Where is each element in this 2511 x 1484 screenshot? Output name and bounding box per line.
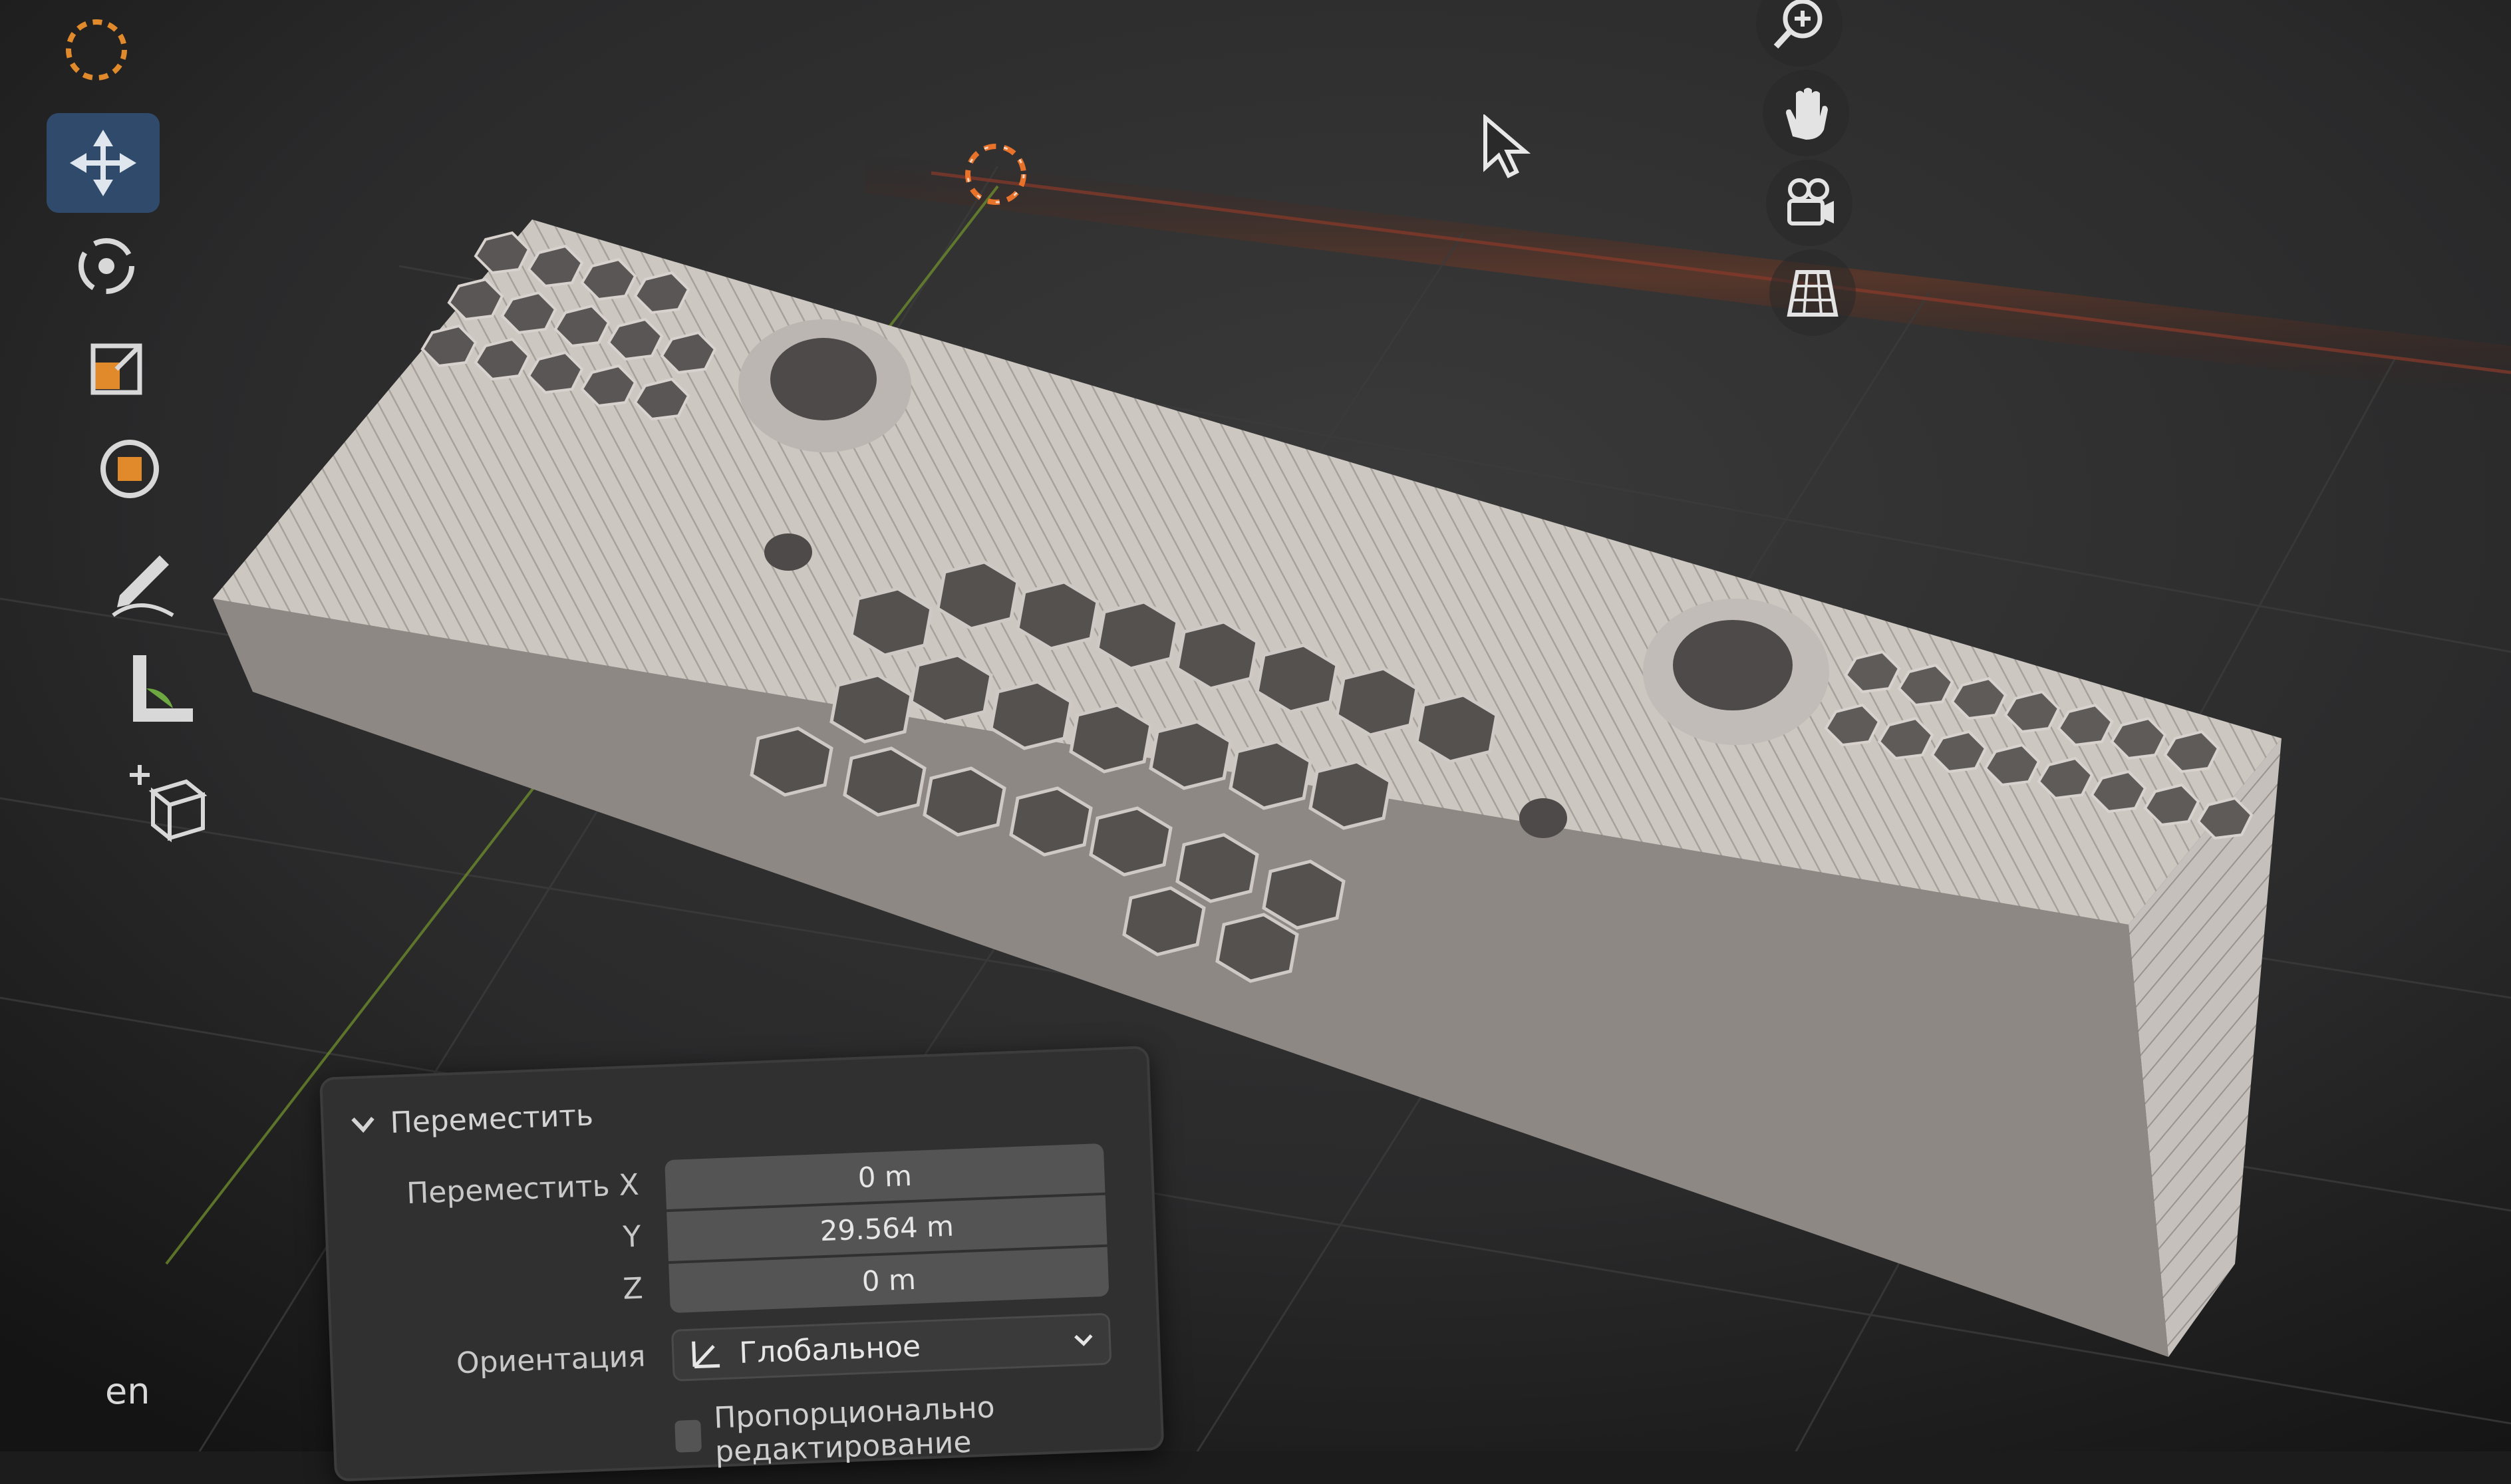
language-indicator[interactable]: en [105,1370,150,1412]
operator-panel-header[interactable]: Переместить [347,1088,594,1151]
rotate-icon [78,238,134,294]
orientation-select[interactable]: Глобальное [670,1312,1112,1382]
rotate-tool[interactable] [50,216,163,316]
orientation-label: Ориентация [456,1339,647,1381]
move-y-label: Y [622,1219,642,1255]
zoom-icon [1773,0,1823,49]
perspective-gizmo[interactable] [1769,249,1856,336]
move-z-label: Z [622,1271,644,1306]
measure-tool[interactable] [103,642,216,742]
tool-shelf [40,0,226,851]
mouse-cursor-icon [1483,114,1531,179]
pan-gizmo[interactable] [1763,70,1849,156]
camera-gizmo[interactable] [1766,160,1852,246]
orientation-axes-icon [692,1341,720,1369]
ruler-icon [133,655,193,722]
select-box-tool[interactable] [40,0,153,100]
move-arrows-icon [70,130,136,196]
add-cube-icon [130,765,208,843]
operator-panel[interactable]: Переместить Переместить X 0 m Y 29.564 m… [319,1046,1165,1482]
chevron-down-icon [351,1117,374,1133]
grid-perspective-icon [1787,270,1839,317]
camera-icon [1787,178,1834,225]
scale-tool[interactable] [60,319,173,419]
proportional-editing-label: Пропорционально редактирование [713,1390,996,1469]
pencil-icon [112,555,174,617]
orientation-value: Глобальное [738,1329,921,1370]
move-tool[interactable] [47,113,160,213]
move-x-label: Переместить X [406,1167,640,1211]
transform-tool[interactable] [73,419,186,519]
dropdown-chevron-icon [1074,1334,1093,1346]
select-circle-icon [66,19,127,80]
transform-icon [100,440,159,498]
annotate-tool[interactable] [86,532,200,632]
proportional-editing-row[interactable]: Пропорционально редактирование [674,1384,1161,1471]
add-cube-tool[interactable] [113,752,226,851]
proportional-editing-checkbox[interactable] [674,1419,702,1453]
3d-viewport[interactable]: en Переместить Переместить X 0 m Y 29.56… [0,0,2511,1482]
hand-pan-icon [1786,88,1828,140]
scale-icon [90,343,142,395]
operator-panel-title: Переместить [389,1098,594,1140]
